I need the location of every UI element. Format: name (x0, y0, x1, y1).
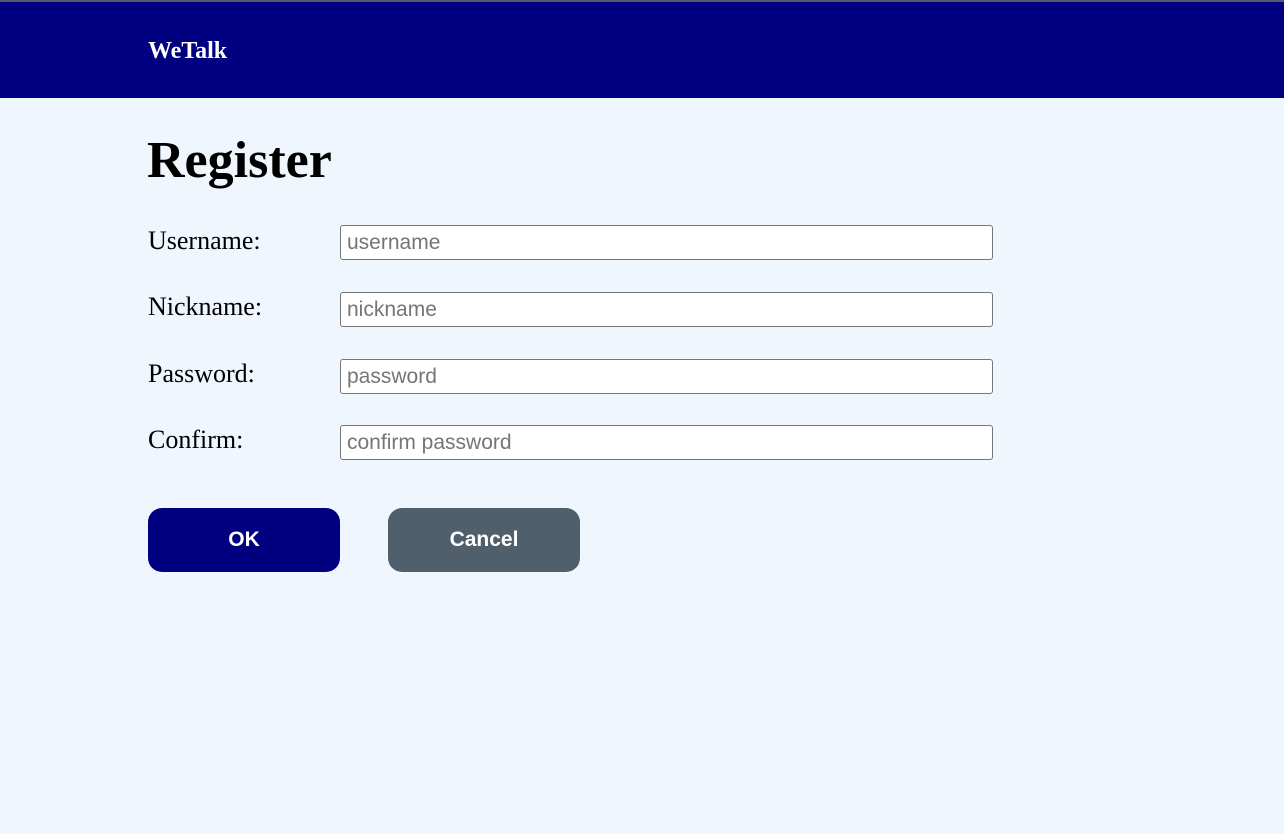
app-header: WeTalk (0, 0, 1284, 98)
confirm-password-input[interactable] (340, 425, 993, 460)
cancel-button[interactable]: Cancel (388, 508, 580, 572)
page-title: Register (147, 132, 332, 189)
ok-button[interactable]: OK (148, 508, 340, 572)
password-label: Password: (148, 359, 255, 388)
nickname-label: Nickname: (148, 292, 263, 321)
username-input[interactable] (340, 225, 993, 260)
brand-logo[interactable]: WeTalk (148, 36, 227, 66)
nickname-input[interactable] (340, 292, 993, 327)
username-label: Username: (148, 226, 261, 255)
password-input[interactable] (340, 359, 993, 394)
confirm-label: Confirm: (148, 425, 244, 454)
